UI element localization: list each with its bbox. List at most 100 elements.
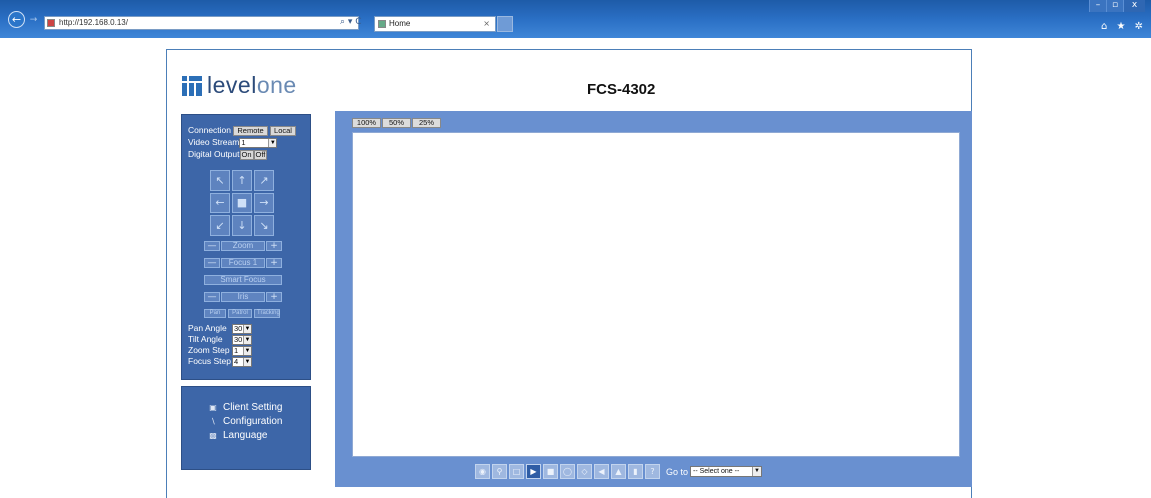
- video-stream-select[interactable]: 1 ▼: [239, 137, 278, 148]
- view-100-button[interactable]: 100%: [352, 118, 381, 128]
- digital-output-on-button[interactable]: On: [239, 149, 254, 160]
- address-bar[interactable]: http://192.168.0.13/: [44, 16, 359, 30]
- goto-select[interactable]: -- Select one -- ▼: [690, 466, 763, 477]
- ptz-direction-pad: ↖ ↑ ↗ ← ■ → ↙ ↓ ↘: [210, 170, 276, 236]
- menu-item-label: Client Setting: [223, 402, 283, 413]
- audio-icon[interactable]: ▮: [628, 464, 643, 479]
- smart-focus-button[interactable]: Smart Focus: [204, 275, 282, 285]
- mic-icon[interactable]: ▲: [611, 464, 626, 479]
- pan-mode-button[interactable]: Pan: [204, 309, 226, 318]
- logo-text: levelone: [207, 72, 297, 98]
- chevron-down-icon: ▼: [243, 335, 251, 344]
- view-50-button[interactable]: 50%: [382, 118, 411, 128]
- minimize-button[interactable]: –: [1089, 0, 1106, 12]
- snapshot-icon[interactable]: ◉: [475, 464, 490, 479]
- pan-down-left-icon[interactable]: ↙: [210, 215, 230, 236]
- zoom-label: Zoom: [221, 241, 265, 251]
- tilt-down-icon[interactable]: ↓: [232, 215, 252, 236]
- connection-label: Connection: [188, 125, 232, 135]
- zoom-step-row: Zoom Step 1 ▼: [188, 345, 252, 356]
- tilt-angle-select[interactable]: 30 ▼: [232, 334, 252, 345]
- chevron-down-icon: ▼: [243, 357, 251, 366]
- focus-step-select[interactable]: 4 ▼: [232, 356, 252, 367]
- pan-angle-row: Pan Angle 30 ▼: [188, 323, 252, 334]
- pan-up-right-icon[interactable]: ↗: [254, 170, 274, 191]
- zoom-icon[interactable]: ⚲: [492, 464, 507, 479]
- zoom-step-select[interactable]: 1 ▼: [232, 345, 252, 356]
- digital-output-row: Digital Output On Off: [188, 149, 268, 160]
- pan-down-right-icon[interactable]: ↘: [254, 215, 274, 236]
- zoom-control: — Zoom +: [204, 241, 282, 251]
- menu-item-label: Language: [223, 430, 268, 441]
- focus-near-button[interactable]: —: [204, 258, 220, 268]
- pan-angle-label: Pan Angle: [188, 323, 227, 333]
- fullscreen-icon[interactable]: □: [509, 464, 524, 479]
- digital-output-label: Digital Output: [188, 149, 240, 159]
- window-controls: – ▫ x: [1089, 0, 1145, 12]
- video-stream-label: Video Stream: [188, 137, 240, 147]
- connection-row: Connection Remote Local: [188, 125, 296, 136]
- menu-item-configuration[interactable]: ∖ Configuration: [209, 416, 282, 427]
- tab-favicon-icon: [378, 20, 386, 28]
- tilt-up-icon[interactable]: ↑: [232, 170, 252, 191]
- talk-icon[interactable]: ◇: [577, 464, 592, 479]
- pan-angle-select[interactable]: 30 ▼: [232, 323, 252, 334]
- browser-tab-home[interactable]: Home ×: [374, 16, 496, 32]
- address-url: http://192.168.0.13/: [59, 18, 128, 27]
- language-icon: ▩: [209, 430, 217, 440]
- iris-label: Iris: [221, 292, 265, 302]
- camera-web-ui: levelone FCS-4302 Connection Remote Loca…: [166, 49, 972, 498]
- focus-step-label: Focus Step: [188, 356, 231, 366]
- play-icon[interactable]: ▶: [526, 464, 541, 479]
- help-icon[interactable]: ?: [645, 464, 660, 479]
- view-25-button[interactable]: 25%: [412, 118, 441, 128]
- video-stream-row: Video Stream 1 ▼: [188, 137, 278, 148]
- view-size-buttons: 100% 50% 25%: [352, 118, 442, 128]
- chevron-down-icon: ▼: [243, 324, 251, 333]
- forward-arrow-icon[interactable]: →: [27, 13, 40, 26]
- chevron-down-icon: ▼: [752, 467, 762, 476]
- stop-icon[interactable]: ■: [543, 464, 558, 479]
- configuration-icon: ∖: [210, 416, 216, 426]
- digital-output-off-button[interactable]: Off: [253, 149, 268, 160]
- iris-close-button[interactable]: —: [204, 292, 220, 302]
- pan-left-icon[interactable]: ←: [210, 192, 230, 214]
- back-arrow-icon[interactable]: ←: [8, 11, 25, 28]
- address-tools[interactable]: ⌕ ▾ C: [340, 17, 362, 27]
- local-button[interactable]: Local: [270, 125, 296, 136]
- maximize-button[interactable]: ▫: [1106, 0, 1123, 12]
- zoom-out-button[interactable]: —: [204, 241, 220, 251]
- browser-chrome: ← → http://192.168.0.13/ ⌕ ▾ C Home × – …: [0, 0, 1151, 38]
- zoom-in-button[interactable]: +: [266, 241, 282, 251]
- focus-far-button[interactable]: +: [266, 258, 282, 268]
- chevron-down-icon: ▼: [243, 346, 251, 355]
- tilt-angle-row: Tilt Angle 30 ▼: [188, 334, 252, 345]
- tab-close-icon[interactable]: ×: [483, 17, 490, 31]
- levelone-logo: levelone: [182, 72, 297, 99]
- logo-mark-icon: [182, 75, 202, 96]
- iris-control: — Iris +: [204, 292, 282, 302]
- live-video-view[interactable]: [352, 132, 960, 457]
- volume-icon[interactable]: ◀: [594, 464, 609, 479]
- remote-button[interactable]: Remote: [233, 125, 268, 136]
- menu-item-client-setting[interactable]: ▣ Client Setting: [209, 402, 282, 413]
- chevron-down-icon: ▼: [268, 138, 277, 147]
- iris-open-button[interactable]: +: [266, 292, 282, 302]
- client-setting-icon: ▣: [209, 402, 217, 412]
- record-icon[interactable]: ◯: [560, 464, 575, 479]
- close-button[interactable]: x: [1123, 0, 1145, 12]
- tracking-mode-button[interactable]: Tracking: [254, 309, 280, 318]
- ptz-control-panel: Connection Remote Local Video Stream 1 ▼ D…: [181, 114, 311, 380]
- page-title: FCS-4302: [587, 81, 656, 98]
- new-tab-button[interactable]: [497, 16, 513, 32]
- focus-step-row: Focus Step 4 ▼: [188, 356, 252, 367]
- pan-up-left-icon[interactable]: ↖: [210, 170, 230, 191]
- pan-right-icon[interactable]: →: [254, 192, 274, 214]
- ptz-mode-row: Pan Patrol Tracking: [204, 309, 282, 318]
- zoom-step-label: Zoom Step: [188, 345, 230, 355]
- menu-item-language[interactable]: ▩ Language: [209, 430, 268, 441]
- home-position-icon[interactable]: ■: [232, 192, 252, 214]
- video-panel: 100% 50% 25% ◉ ⚲ □ ▶ ■ ◯ ◇ ◀ ▲ ▮ ? Go to…: [335, 111, 972, 487]
- patrol-mode-button[interactable]: Patrol: [228, 309, 252, 318]
- browser-toolbar-icons[interactable]: ⌂ ★ ✲: [1101, 21, 1146, 32]
